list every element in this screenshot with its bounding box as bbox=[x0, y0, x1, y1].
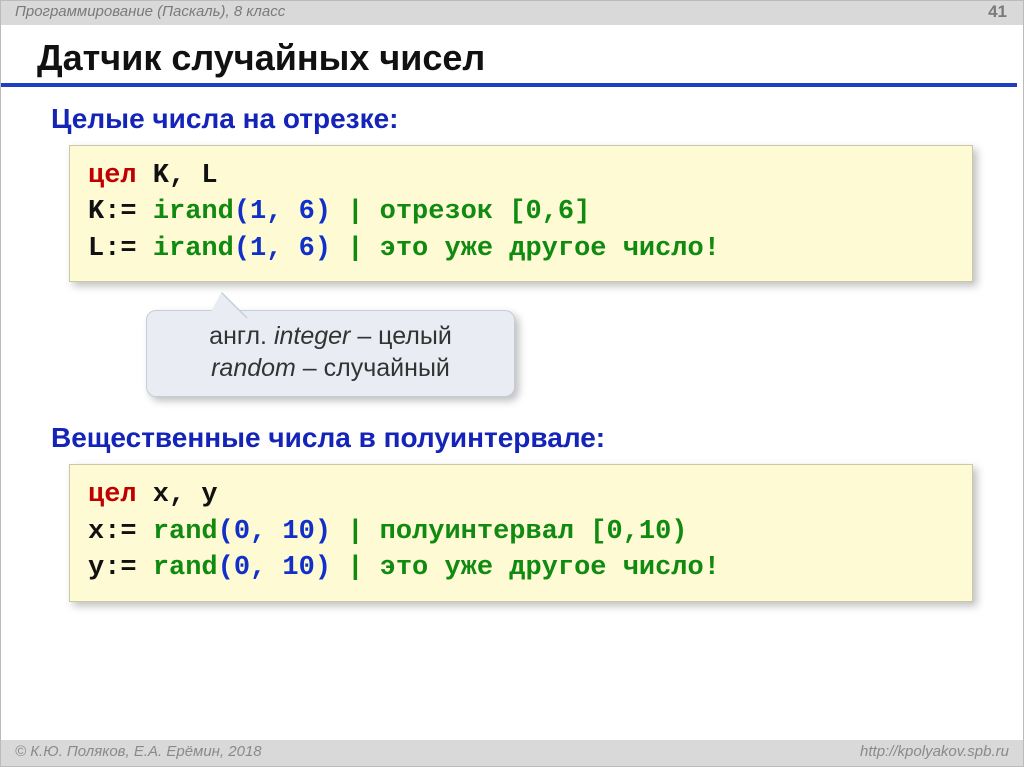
args: (0, 10) bbox=[218, 517, 331, 547]
comment: | это уже другое число! bbox=[331, 234, 720, 264]
callout-text: – случайный bbox=[296, 354, 450, 382]
header: Программирование (Паскаль), 8 класс 41 bbox=[1, 1, 1023, 25]
code-block-2: цел x, y x:= rand(0, 10) | полуинтервал … bbox=[69, 464, 973, 601]
callout-em: integer bbox=[274, 322, 350, 350]
callout-wrap: англ. integer – целый random – случайный bbox=[146, 296, 983, 416]
args: (1, 6) bbox=[234, 197, 331, 227]
content: Целые числа на отрезке: цел K, L K:= ira… bbox=[1, 87, 1023, 602]
args: (1, 6) bbox=[234, 234, 331, 264]
breadcrumb: Программирование (Паскаль), 8 класс bbox=[15, 3, 285, 20]
comment: | это уже другое число! bbox=[331, 553, 720, 583]
callout-tail-icon bbox=[207, 293, 247, 319]
comment: | отрезок [0,6] bbox=[331, 197, 590, 227]
section1-heading: Целые числа на отрезке: bbox=[51, 103, 983, 135]
section2-heading: Вещественные числа в полуинтервале: bbox=[51, 422, 983, 454]
func: irand bbox=[153, 234, 234, 264]
func: rand bbox=[153, 553, 218, 583]
args: (0, 10) bbox=[218, 553, 331, 583]
callout-text: англ. bbox=[209, 322, 274, 350]
callout-text: – целый bbox=[350, 322, 451, 350]
footer-left: © К.Ю. Поляков, Е.А. Ерёмин, 2018 bbox=[15, 743, 262, 760]
comment: | полуинтервал [0,10) bbox=[331, 517, 687, 547]
code-text: x:= bbox=[88, 517, 137, 547]
callout: англ. integer – целый random – случайный bbox=[146, 310, 515, 397]
keyword: цел bbox=[88, 480, 137, 510]
code-text: L:= bbox=[88, 234, 137, 264]
code-text: K, L bbox=[137, 161, 218, 191]
page-title: Датчик случайных чисел bbox=[1, 25, 1017, 87]
keyword: цел bbox=[88, 161, 137, 191]
callout-em: random bbox=[211, 354, 296, 382]
func: rand bbox=[153, 517, 218, 547]
code-text: x, y bbox=[137, 480, 218, 510]
footer-right: http://kpolyakov.spb.ru bbox=[860, 743, 1009, 760]
page-number: 41 bbox=[988, 2, 1007, 22]
func: irand bbox=[153, 197, 234, 227]
footer: © К.Ю. Поляков, Е.А. Ерёмин, 2018 http:/… bbox=[1, 740, 1023, 766]
code-text: y:= bbox=[88, 553, 137, 583]
code-text: K:= bbox=[88, 197, 137, 227]
slide: Программирование (Паскаль), 8 класс 41 Д… bbox=[0, 0, 1024, 767]
code-block-1: цел K, L K:= irand(1, 6) | отрезок [0,6]… bbox=[69, 145, 973, 282]
